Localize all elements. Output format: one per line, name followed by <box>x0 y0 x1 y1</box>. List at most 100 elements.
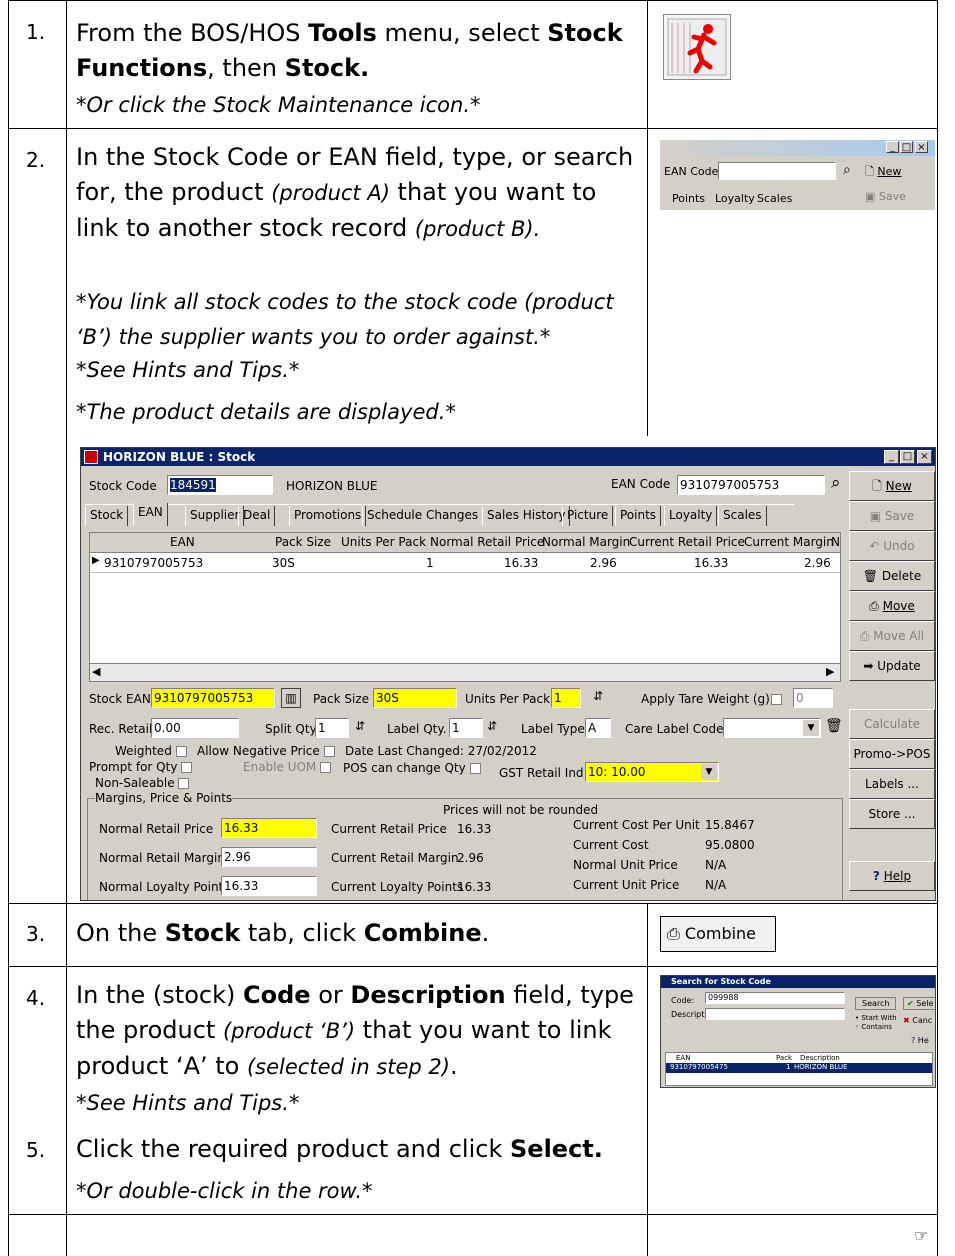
nrp-field[interactable]: 16.33 <box>221 818 317 838</box>
spin-icon[interactable]: ⇵ <box>355 719 365 733</box>
column-header[interactable]: Units Per Pack <box>341 535 426 549</box>
description-field[interactable] <box>705 1008 845 1020</box>
trash-icon[interactable]: 🗑 <box>825 718 843 734</box>
step-2-text: In the Stock Code or EAN field, type, or… <box>76 143 634 242</box>
units-per-pack-field[interactable]: 1 <box>551 688 581 708</box>
column-header[interactable]: Current Retail Price <box>629 535 745 549</box>
move-all-button[interactable]: ⎙ Move All <box>849 621 935 651</box>
column-header[interactable]: Current Margin <box>744 535 834 549</box>
promo-pos-button[interactable]: Promo->POS <box>849 739 935 769</box>
table-row-line <box>8 966 938 967</box>
stock-ean-field[interactable]: 9310797005753 <box>151 688 275 708</box>
stock-ean-label: Stock EAN <box>89 692 151 706</box>
tab-sales-history[interactable]: Sales History <box>482 506 571 526</box>
save-button[interactable]: ▣ Save <box>849 501 935 531</box>
care-label-label: Care Label Code <box>625 722 724 736</box>
column-header[interactable]: EAN <box>170 535 195 549</box>
combine-button[interactable]: ⎙ Combine <box>660 916 776 952</box>
new-button[interactable]: 🗋 New <box>865 163 901 182</box>
update-button[interactable]: ➡ Update <box>849 651 935 681</box>
pack-size-field[interactable]: 30S <box>373 688 457 708</box>
label-qty-field[interactable]: 1 <box>449 718 483 738</box>
undo-button[interactable]: ↶ Undo <box>849 531 935 561</box>
stock-maintenance-icon[interactable] <box>663 14 731 80</box>
move-button[interactable]: ⎙ Move <box>849 591 935 621</box>
ean-code-field[interactable] <box>718 162 836 180</box>
table-border-right <box>937 0 938 1256</box>
pos-change-option[interactable]: POS can change Qty <box>343 761 481 775</box>
code-field[interactable]: 099988 <box>705 992 845 1004</box>
column-header[interactable]: Pack Size <box>275 535 331 549</box>
tab-loyalty[interactable]: Loyalty <box>715 192 755 205</box>
help-button[interactable]: ? Help <box>849 861 935 891</box>
calculate-button[interactable]: Calculate <box>849 709 935 739</box>
select-button[interactable]: ✔ Sele <box>903 997 935 1010</box>
stock-code-label: Stock Code <box>89 479 157 493</box>
labels-button[interactable]: Labels ... <box>849 769 935 799</box>
stock-code-field[interactable]: 184591 <box>167 475 273 495</box>
tab-promotions[interactable]: Promotions <box>289 506 367 526</box>
tab-scales[interactable]: Scales <box>718 506 767 526</box>
tab-points[interactable]: Points <box>615 506 662 526</box>
store-button[interactable]: Store ... <box>849 799 935 829</box>
ean-code-field[interactable]: 9310797005753 <box>677 475 825 495</box>
tab-picture[interactable]: Picture <box>562 506 614 526</box>
help-button[interactable]: ? He <box>911 1036 929 1045</box>
clp-label: Current Loyalty Points <box>331 880 464 894</box>
split-qty-field[interactable]: 1 <box>315 718 349 738</box>
apply-tare-checkbox[interactable] <box>771 694 782 705</box>
label-type-field[interactable]: A <box>585 718 611 738</box>
weighted-option[interactable]: Weighted <box>115 744 187 758</box>
units-per-pack-label: Units Per Pack <box>465 692 551 706</box>
enable-uom-option[interactable]: Enable UOM <box>243 760 332 774</box>
ean-code-label: EAN Code <box>611 477 671 491</box>
allow-negative-option[interactable]: Allow Negative Price <box>197 744 335 758</box>
spin-icon[interactable]: ⇵ <box>593 689 603 703</box>
start-with-option[interactable]: • Start With <box>855 1014 897 1022</box>
crp-label: Current Retail Price <box>331 822 447 836</box>
nup-label: Normal Unit Price <box>573 858 678 872</box>
tab-loyalty[interactable]: Loyalty <box>664 506 718 526</box>
nlp-field[interactable]: 16.33 <box>221 876 317 896</box>
column-header[interactable]: Normal Retail Price <box>430 535 544 549</box>
care-label-select[interactable]: ▼ <box>723 718 821 738</box>
pack-size-label: Pack Size <box>313 692 370 706</box>
tab-deal[interactable]: Deal <box>238 506 276 526</box>
column-header[interactable]: Normal Margin <box>542 535 630 549</box>
tab-stock[interactable]: Stock <box>85 506 129 526</box>
tab-ean[interactable]: EAN <box>133 503 168 526</box>
tab-points[interactable]: Points <box>672 192 705 205</box>
delete-button[interactable]: 🗑 Delete <box>849 561 935 591</box>
barcode-icon[interactable]: ▥ <box>281 688 301 708</box>
clp-value: 16.33 <box>457 880 492 894</box>
rec-retail-field[interactable]: 0.00 <box>151 718 239 738</box>
tab-schedule-changes[interactable]: Schedule Changes <box>362 506 484 526</box>
spin-icon[interactable]: ⇵ <box>487 719 497 733</box>
close-button[interactable]: × <box>917 450 932 464</box>
apply-tare-field[interactable]: 0 <box>793 688 833 708</box>
prompt-qty-option[interactable]: Prompt for Qty <box>89 760 193 774</box>
table-row[interactable]: 9310797005475 1 HORIZON BLUE <box>666 1063 932 1073</box>
non-saleable-option[interactable]: Non-Saleable <box>95 776 190 790</box>
search-icon[interactable]: ⌕ <box>843 162 851 178</box>
pointer-icon: ☞ <box>914 1226 929 1245</box>
gst-select[interactable]: 10: 10.00 ▼ <box>585 762 719 782</box>
save-button[interactable]: ▣ Save <box>865 190 906 203</box>
search-icon[interactable]: ⌕ <box>831 473 841 493</box>
contains-option[interactable]: ◦ Contains <box>855 1023 892 1031</box>
tab-supplier[interactable]: Supplier <box>185 506 245 526</box>
nrm-field[interactable]: 2.96 <box>221 847 317 867</box>
search-button[interactable]: Search <box>855 997 897 1010</box>
step-1-text: From the BOS/HOS Tools menu, select Stoc… <box>76 19 623 82</box>
new-button[interactable]: 🗋 New <box>849 471 935 501</box>
horizontal-scrollbar[interactable]: ◀ ▶ <box>90 663 840 681</box>
cancel-button[interactable]: ✖ Canc <box>903 1016 932 1025</box>
tab-scales[interactable]: Scales <box>757 192 792 205</box>
step-number: 4. <box>26 986 46 1010</box>
results-grid[interactable]: EAN Pack Description 9310797005475 1 HOR… <box>665 1052 933 1086</box>
ean-grid[interactable]: EAN Pack Size Units Per Pack Normal Reta… <box>89 532 841 682</box>
maximize-button[interactable]: □ <box>900 450 915 464</box>
minimize-button[interactable]: _ <box>884 450 899 464</box>
table-row[interactable]: ▶ 9310797005753 30S 1 16.33 2.96 16.33 2… <box>90 553 840 573</box>
column-header[interactable]: N <box>831 535 840 549</box>
